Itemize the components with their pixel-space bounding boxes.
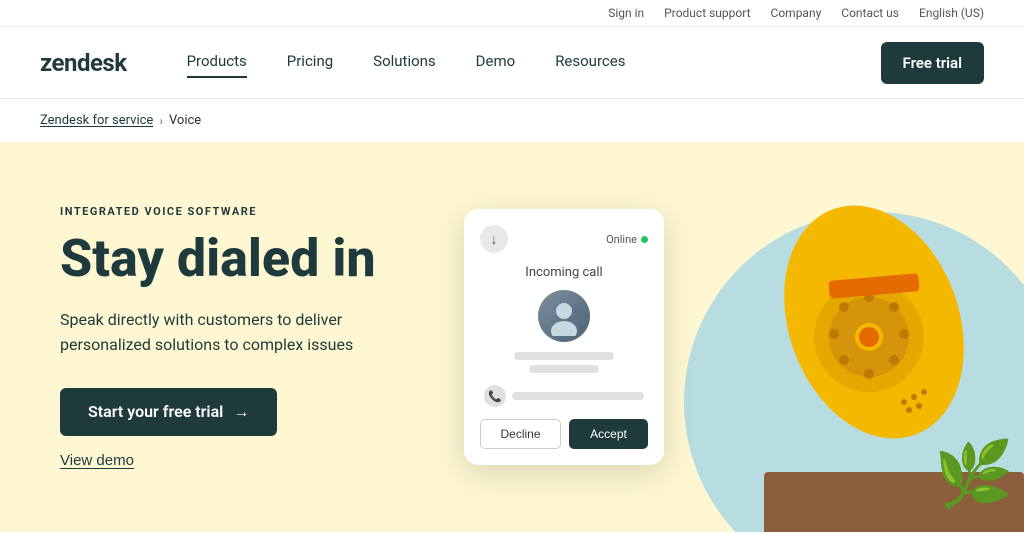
incoming-call-card: ↓ Online Incoming call 📞 <box>464 209 664 465</box>
nav-pricing[interactable]: Pricing <box>287 52 333 74</box>
hero-description: Speak directly with customers to deliver… <box>60 307 420 358</box>
hero-eyebrow: INTEGRATED VOICE SOFTWARE <box>60 205 480 218</box>
online-label: Online <box>606 233 637 246</box>
arrow-icon: → <box>233 402 249 422</box>
free-trial-button[interactable]: Free trial <box>881 42 984 84</box>
call-actions: Decline Accept <box>480 419 648 449</box>
status-line <box>512 392 644 400</box>
product-support-link[interactable]: Product support <box>664 6 750 20</box>
phone-icon-row: 📞 <box>480 385 648 407</box>
caller-detail-line <box>529 365 599 373</box>
nav-links: Products Pricing Solutions Demo Resource… <box>187 52 881 74</box>
hero-title: Stay dialed in <box>60 232 480 287</box>
breadcrumb-separator: › <box>159 114 163 128</box>
online-status: Online <box>606 233 648 246</box>
company-link[interactable]: Company <box>771 6 822 20</box>
utility-bar: Sign in Product support Company Contact … <box>0 0 1024 27</box>
breadcrumb: Zendesk for service › Voice <box>0 99 1024 142</box>
logo[interactable]: zendesk <box>40 49 127 77</box>
contact-us-link[interactable]: Contact us <box>841 6 899 20</box>
start-trial-label: Start your free trial <box>88 402 223 421</box>
sign-in-link[interactable]: Sign in <box>608 6 644 20</box>
accept-button[interactable]: Accept <box>569 419 648 449</box>
hero-visual: ↓ Online Incoming call 📞 <box>444 142 1024 532</box>
view-demo-button[interactable]: View demo <box>60 452 134 469</box>
start-trial-button[interactable]: Start your free trial → <box>60 388 277 436</box>
language-link[interactable]: English (US) <box>919 6 984 20</box>
phone-icon: 📞 <box>484 385 506 407</box>
retro-phone-image <box>754 182 994 462</box>
hero-section: INTEGRATED VOICE SOFTWARE Stay dialed in… <box>0 142 1024 532</box>
incoming-call-label: Incoming call <box>480 265 648 280</box>
online-dot-icon <box>641 236 648 243</box>
nav-products[interactable]: Products <box>187 52 247 74</box>
caller-avatar <box>538 290 590 342</box>
caller-info-lines <box>480 352 648 373</box>
nav-solutions[interactable]: Solutions <box>373 52 436 74</box>
nav-resources[interactable]: Resources <box>555 52 625 74</box>
card-header: ↓ Online <box>480 225 648 253</box>
nav-demo[interactable]: Demo <box>476 52 516 74</box>
decline-button[interactable]: Decline <box>480 419 561 449</box>
main-nav: zendesk Products Pricing Solutions Demo … <box>0 27 1024 99</box>
caller-name-line <box>514 352 614 360</box>
breadcrumb-current: Voice <box>169 113 201 128</box>
breadcrumb-parent[interactable]: Zendesk for service <box>40 113 153 128</box>
plant-decoration: 🌿 <box>934 437 1014 512</box>
download-icon[interactable]: ↓ <box>480 225 508 253</box>
hero-content: INTEGRATED VOICE SOFTWARE Stay dialed in… <box>60 205 480 469</box>
